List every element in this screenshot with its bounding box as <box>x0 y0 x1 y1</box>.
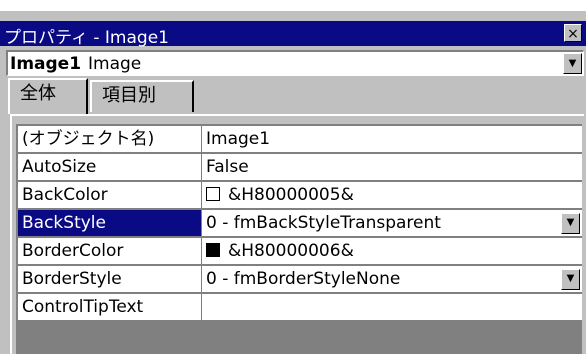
color-swatch <box>206 243 220 257</box>
property-value-text: &H80000005& <box>228 185 354 205</box>
property-name[interactable]: BorderColor <box>18 238 201 264</box>
property-row[interactable]: BackStyle 0 - fmBackStyleTransparent ▼ <box>18 210 582 237</box>
property-row[interactable]: (オブジェクト名) Image1 <box>18 126 582 153</box>
window-title: プロパティ - Image1 <box>4 28 169 48</box>
property-value[interactable]: Image1 <box>202 126 582 152</box>
property-name[interactable]: ControlTipText <box>18 294 201 320</box>
properties-window: プロパティ - Image1 × Image1 Image ▼ 全体 項目別 (… <box>0 11 586 354</box>
color-swatch <box>206 187 220 201</box>
object-selector[interactable]: Image1 Image ▼ <box>6 50 584 76</box>
value-dropdown-button[interactable]: ▼ <box>561 213 580 234</box>
property-grid: (オブジェクト名) Image1 AutoSize False BackColor &H8… <box>16 124 582 354</box>
tab-panel: (オブジェクト名) Image1 AutoSize False BackColor &H8… <box>10 114 584 354</box>
property-value[interactable]: 0 - fmBackStyleTransparent ▼ <box>202 210 582 236</box>
property-name[interactable]: AutoSize <box>18 154 201 180</box>
title-bar[interactable]: プロパティ - Image1 × <box>0 21 586 48</box>
property-value-text: 0 - fmBorderStyleNone <box>206 269 401 289</box>
property-value-text: 0 - fmBackStyleTransparent <box>206 213 441 233</box>
property-value[interactable] <box>202 294 582 320</box>
property-value-text: False <box>206 157 249 177</box>
object-selector-dropdown-button[interactable]: ▼ <box>563 53 582 74</box>
property-row[interactable]: ControlTipText <box>18 294 582 321</box>
object-name: Image1 <box>10 54 82 74</box>
property-name[interactable]: (オブジェクト名) <box>18 126 201 152</box>
property-value[interactable]: &H80000006& <box>202 238 582 264</box>
chevron-down-icon: ▼ <box>568 58 577 69</box>
property-row[interactable]: BackColor &H80000005& <box>18 182 582 209</box>
property-row[interactable]: BorderColor &H80000006& <box>18 238 582 265</box>
property-value-text: &H80000006& <box>228 241 354 261</box>
property-name[interactable]: BorderStyle <box>18 266 201 292</box>
property-value[interactable]: &H80000005& <box>202 182 582 208</box>
object-type: Image <box>88 54 142 74</box>
property-value[interactable]: 0 - fmBorderStyleNone ▼ <box>202 266 582 292</box>
tab-categorized[interactable]: 項目別 <box>90 80 194 112</box>
property-row[interactable]: BorderStyle 0 - fmBorderStyleNone ▼ <box>18 266 582 293</box>
chevron-down-icon: ▼ <box>566 217 575 228</box>
property-value[interactable]: False <box>202 154 582 180</box>
close-button[interactable]: × <box>564 24 582 42</box>
property-name[interactable]: BackStyle <box>18 210 201 236</box>
value-dropdown-button[interactable]: ▼ <box>561 269 580 290</box>
property-row[interactable]: AutoSize False <box>18 154 582 181</box>
property-value-text: Image1 <box>206 129 271 149</box>
property-name[interactable]: BackColor <box>18 182 201 208</box>
tab-alphabetic[interactable]: 全体 <box>8 78 88 114</box>
chevron-down-icon: ▼ <box>566 273 575 284</box>
